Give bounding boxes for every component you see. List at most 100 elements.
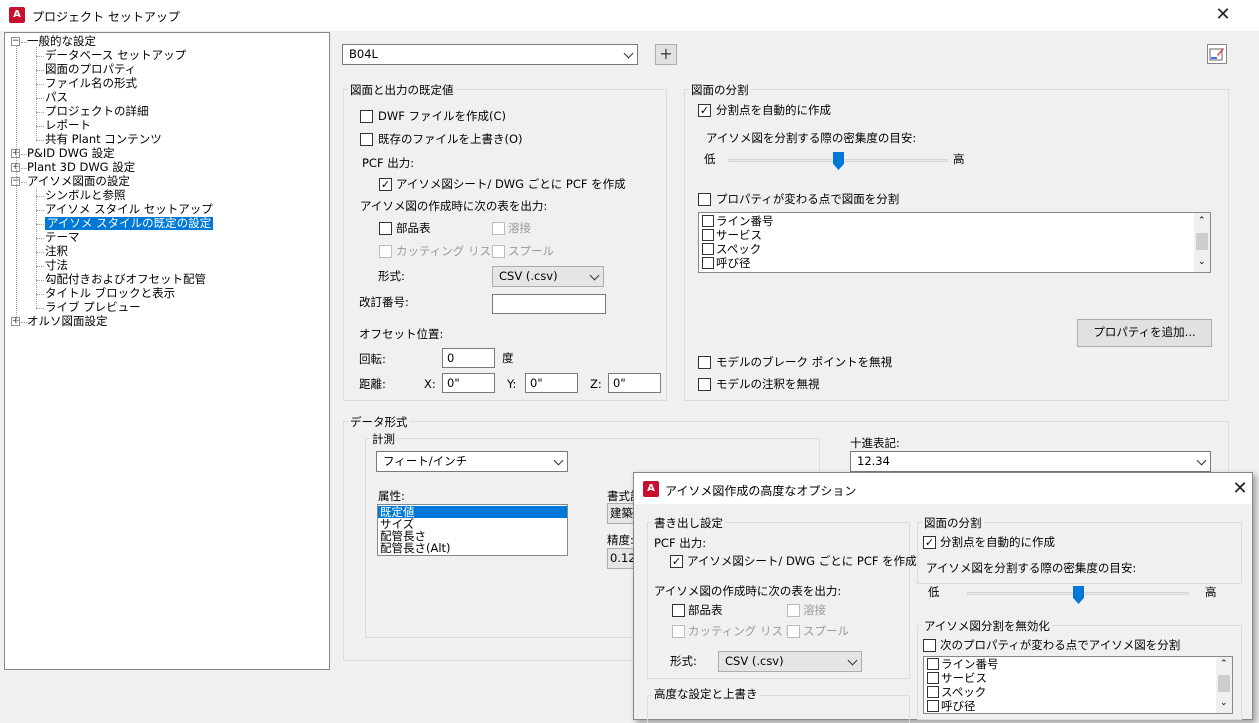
property-list-item[interactable]: ライン番号 (702, 215, 774, 228)
property-checkbox[interactable] (702, 215, 714, 227)
tree-item[interactable]: 勾配付きおよびオフセット配管 (45, 273, 206, 286)
dwf-checkbox[interactable] (360, 110, 373, 123)
property-checkbox[interactable] (702, 257, 714, 269)
add-style-button[interactable]: + (655, 44, 677, 65)
property-listbox[interactable]: ⌃ ⌄ ライン番号 サービス スペック 呼び径 (698, 212, 1211, 273)
revision-input[interactable] (492, 294, 606, 314)
measure-select[interactable]: フィート/インチ (376, 451, 568, 472)
property-checkbox[interactable] (927, 672, 939, 684)
adv-spool-label: スプール (803, 624, 849, 638)
adv-property-listbox[interactable]: ⌃ ⌄ ライン番号 サービス スペック 呼び径 (923, 656, 1233, 714)
rotation-input[interactable]: 0 (442, 348, 495, 368)
tree-item[interactable]: アイソメ スタイル セットアップ (45, 203, 213, 216)
property-list-item[interactable]: スペック (702, 243, 761, 256)
ignore-break-checkbox[interactable] (698, 356, 711, 369)
tree-item[interactable]: ライブ プレビュー (45, 301, 141, 314)
tree-connector (36, 238, 44, 239)
scroll-thumb[interactable] (1196, 233, 1208, 250)
property-list-item[interactable]: 呼び径 (702, 257, 751, 270)
tree-item[interactable]: 注釈 (45, 245, 68, 258)
settings-tree[interactable]: − 一般的な設定 データベース セットアップ 図面のプロパティ ファイル名の形式 パス プロ… (4, 32, 330, 670)
adv-weld-checkbox (787, 604, 800, 617)
auto-split-checkbox[interactable]: ✓ (698, 104, 711, 117)
tree-item[interactable]: プロジェクトの詳細 (45, 105, 149, 118)
tree-item[interactable]: レポート (45, 119, 91, 132)
property-list-item[interactable]: スペック (927, 686, 986, 699)
tree-category[interactable]: 一般的な設定 (27, 35, 96, 48)
z-input[interactable]: 0" (608, 373, 661, 393)
pcf-each-checkbox[interactable]: ✓ (379, 178, 392, 191)
scroll-up-icon[interactable]: ⌃ (1198, 216, 1206, 226)
property-checkbox[interactable] (702, 229, 714, 241)
close-icon[interactable]: ✕ (1213, 6, 1233, 24)
tree-item[interactable]: アイソメ スタイルの既定の設定 (45, 217, 214, 230)
adv-format-value: CSV (.csv) (725, 654, 784, 668)
chevron-down-icon (589, 270, 600, 281)
property-list-item[interactable]: サービス (927, 672, 987, 685)
adv-property-scrollbar[interactable]: ⌃ ⌄ (1216, 657, 1232, 713)
tree-item[interactable]: 共有 Plant コンテンツ (45, 133, 162, 146)
property-list-item[interactable]: サービス (702, 229, 762, 242)
pcf-output-label: PCF 出力: (362, 156, 415, 170)
format-select[interactable]: CSV (.csv) (492, 266, 604, 287)
style-select[interactable]: B04L (342, 44, 638, 65)
edit-style-icon[interactable] (1207, 44, 1227, 64)
property-scrollbar[interactable]: ⌃ ⌄ (1194, 213, 1210, 272)
property-checkbox[interactable] (927, 658, 939, 670)
scroll-down-icon[interactable]: ⌄ (1198, 257, 1206, 267)
tree-connector (16, 45, 17, 323)
scroll-thumb[interactable] (1218, 675, 1230, 692)
y-input[interactable]: 0" (525, 373, 578, 393)
x-input[interactable]: 0" (442, 373, 495, 393)
z-label: Z: (590, 377, 602, 391)
adv-pcf-each-checkbox[interactable]: ✓ (670, 555, 683, 568)
tree-item[interactable]: テーマ (45, 231, 80, 244)
chevron-down-icon (847, 655, 858, 666)
tree-category[interactable]: オルソ図面設定 (27, 315, 108, 328)
tree-connector (36, 112, 44, 113)
tree-category[interactable]: P&ID DWG 設定 (27, 147, 115, 160)
bom-checkbox[interactable] (379, 222, 392, 235)
export-settings-title: 書き出し設定 (652, 516, 725, 530)
property-checkbox[interactable] (927, 686, 939, 698)
property-list-item[interactable]: ライン番号 (927, 658, 999, 671)
style-select-value: B04L (349, 47, 378, 61)
tree-item[interactable]: ファイル名の形式 (45, 77, 137, 90)
tree-category[interactable]: Plant 3D DWG 設定 (27, 161, 135, 174)
overwrite-label: 既存のファイルを上書き(O) (378, 132, 523, 146)
attribute-listbox[interactable]: 既定値 サイズ 配管長さ 配管長さ(Alt) (377, 504, 568, 556)
property-list-item[interactable]: 呼び径 (927, 700, 976, 713)
adv-format-select[interactable]: CSV (.csv) (718, 651, 862, 672)
attribute-list-item[interactable]: 配管長さ(Alt) (378, 542, 567, 554)
tree-connector (36, 47, 37, 140)
adv-prop-split-label: 次のプロパティが変わる点でアイソメ図を分割 (940, 638, 1181, 652)
ignore-annotation-checkbox[interactable] (698, 378, 711, 391)
tree-item[interactable]: 図面のプロパティ (45, 63, 136, 76)
adv-auto-split-checkbox[interactable]: ✓ (923, 536, 936, 549)
decimal-select[interactable]: 12.34 (850, 451, 1211, 472)
tree-connector (36, 280, 44, 281)
scroll-up-icon[interactable]: ⌃ (1220, 659, 1228, 669)
adv-prop-split-checkbox[interactable] (923, 639, 936, 652)
tables-label: アイソメ図の作成時に次の表を出力: (360, 199, 548, 213)
tree-item[interactable]: パス (45, 91, 68, 104)
adv-density-slider[interactable] (1073, 586, 1084, 604)
property-checkbox[interactable] (927, 700, 939, 712)
property-label: ライン番号 (941, 657, 999, 671)
advanced-options-dialog: A アイソメ図作成の高度なオプション ✕ 書き出し設定 PCF 出力: ✓ アイ… (633, 472, 1253, 723)
tree-item[interactable]: タイトル ブロックと表示 (45, 287, 175, 300)
tree-item[interactable]: 寸法 (45, 259, 68, 272)
overwrite-checkbox[interactable] (360, 133, 373, 146)
tree-category[interactable]: アイソメ図面の設定 (27, 175, 130, 188)
tree-connector (36, 224, 44, 225)
dialog-close-icon[interactable]: ✕ (1230, 480, 1250, 498)
bom-label: 部品表 (396, 221, 431, 235)
add-property-button[interactable]: プロパティを追加... (1077, 319, 1212, 347)
property-checkbox[interactable] (702, 243, 714, 255)
tree-item[interactable]: データベース セットアップ (45, 49, 186, 62)
tree-item[interactable]: シンボルと参照 (45, 189, 126, 202)
prop-split-checkbox[interactable] (698, 193, 711, 206)
rotation-label: 回転: (359, 352, 386, 366)
adv-bom-checkbox[interactable] (672, 604, 685, 617)
scroll-down-icon[interactable]: ⌄ (1220, 698, 1228, 708)
